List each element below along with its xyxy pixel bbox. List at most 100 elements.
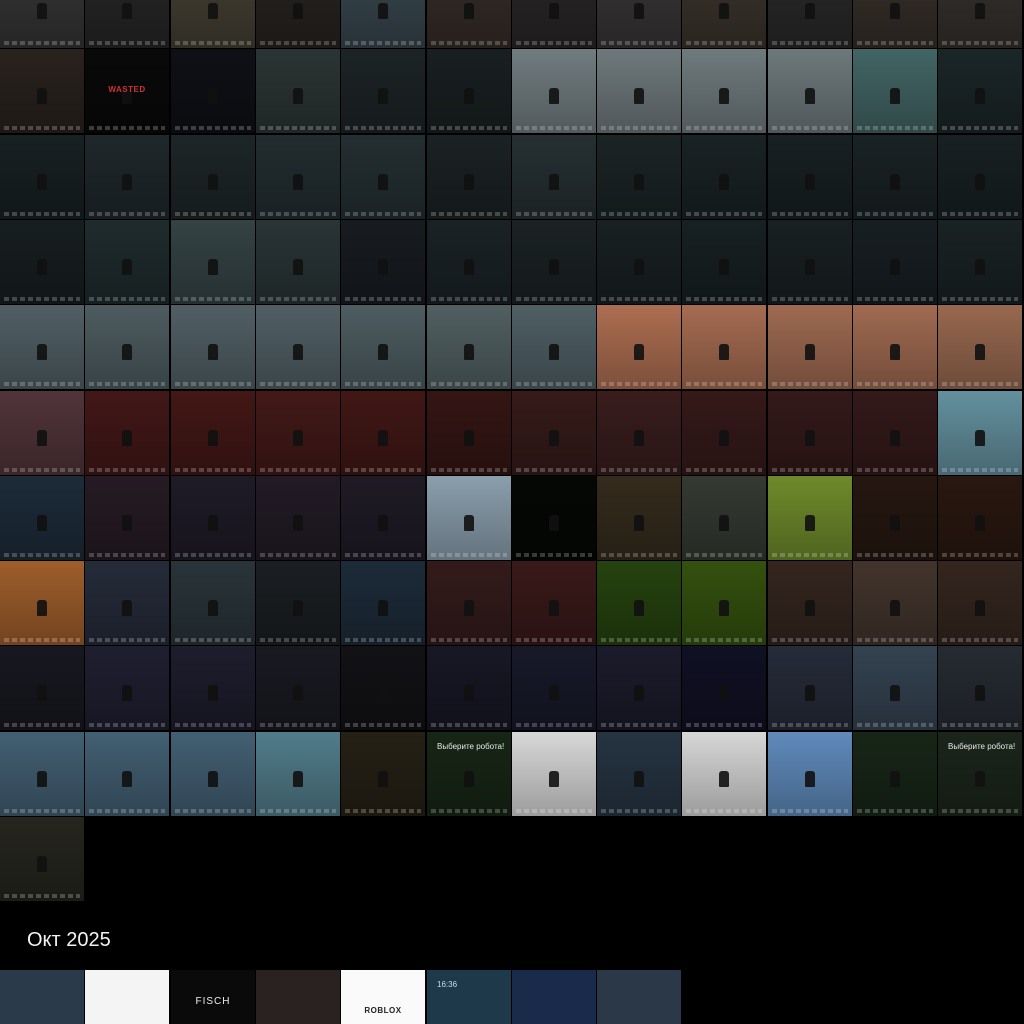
thumbnail[interactable]: [0, 391, 84, 475]
thumbnail[interactable]: [938, 476, 1022, 560]
thumbnail[interactable]: [171, 561, 255, 645]
thumbnail[interactable]: [938, 305, 1022, 389]
thumbnail[interactable]: [768, 391, 852, 475]
thumbnail[interactable]: Выберите робота!: [427, 732, 511, 816]
thumbnail[interactable]: [768, 732, 852, 816]
thumbnail[interactable]: [85, 732, 169, 816]
thumbnail[interactable]: [853, 0, 937, 48]
thumbnail[interactable]: [853, 391, 937, 475]
thumbnail[interactable]: [682, 732, 766, 816]
thumbnail[interactable]: [0, 220, 84, 304]
thumbnail[interactable]: [597, 561, 681, 645]
thumbnail[interactable]: [341, 220, 425, 304]
thumbnail[interactable]: [341, 732, 425, 816]
thumbnail[interactable]: [682, 220, 766, 304]
thumbnail[interactable]: [682, 0, 766, 48]
thumbnail[interactable]: [171, 732, 255, 816]
thumbnail[interactable]: [597, 970, 681, 1024]
thumbnail[interactable]: [256, 476, 340, 560]
thumbnail[interactable]: [256, 305, 340, 389]
thumbnail[interactable]: [938, 391, 1022, 475]
thumbnail[interactable]: [427, 135, 511, 219]
thumbnail[interactable]: [341, 561, 425, 645]
thumbnail[interactable]: [85, 646, 169, 730]
thumbnail[interactable]: [427, 391, 511, 475]
thumbnail[interactable]: [427, 220, 511, 304]
thumbnail[interactable]: [85, 305, 169, 389]
thumbnail[interactable]: [0, 732, 84, 816]
thumbnail[interactable]: [85, 0, 169, 48]
thumbnail[interactable]: [853, 646, 937, 730]
thumbnail[interactable]: [682, 49, 766, 133]
thumbnail[interactable]: [427, 49, 511, 133]
thumbnail[interactable]: [597, 476, 681, 560]
thumbnail[interactable]: [171, 476, 255, 560]
thumbnail[interactable]: [768, 646, 852, 730]
thumbnail[interactable]: [853, 49, 937, 133]
thumbnail[interactable]: [512, 391, 596, 475]
thumbnail[interactable]: [597, 135, 681, 219]
thumbnail[interactable]: [256, 646, 340, 730]
thumbnail[interactable]: [427, 305, 511, 389]
thumbnail[interactable]: [341, 476, 425, 560]
thumbnail[interactable]: [853, 305, 937, 389]
thumbnail[interactable]: [512, 646, 596, 730]
thumbnail[interactable]: [0, 476, 84, 560]
thumbnail[interactable]: [597, 0, 681, 48]
thumbnail[interactable]: [938, 49, 1022, 133]
thumbnail[interactable]: [256, 135, 340, 219]
thumbnail[interactable]: [171, 49, 255, 133]
thumbnail[interactable]: [597, 220, 681, 304]
thumbnail[interactable]: 16:36: [427, 970, 511, 1024]
thumbnail[interactable]: [512, 970, 596, 1024]
thumbnail[interactable]: [341, 391, 425, 475]
thumbnail[interactable]: [427, 0, 511, 48]
thumbnail[interactable]: [0, 305, 84, 389]
thumbnail[interactable]: [0, 135, 84, 219]
thumbnail[interactable]: [682, 646, 766, 730]
thumbnail[interactable]: [171, 220, 255, 304]
thumbnail[interactable]: [682, 476, 766, 560]
thumbnail[interactable]: [512, 135, 596, 219]
thumbnail[interactable]: FISCH: [171, 970, 255, 1024]
thumbnail[interactable]: [768, 135, 852, 219]
thumbnail[interactable]: [597, 391, 681, 475]
thumbnail[interactable]: [597, 49, 681, 133]
thumbnail[interactable]: [597, 646, 681, 730]
thumbnail[interactable]: [768, 49, 852, 133]
thumbnail[interactable]: [171, 391, 255, 475]
thumbnail[interactable]: [256, 49, 340, 133]
thumbnail[interactable]: Выберите робота!: [938, 732, 1022, 816]
thumbnail[interactable]: [171, 0, 255, 48]
thumbnail[interactable]: [682, 561, 766, 645]
thumbnail[interactable]: [171, 646, 255, 730]
thumbnail[interactable]: [512, 305, 596, 389]
thumbnail[interactable]: [85, 220, 169, 304]
thumbnail[interactable]: [85, 135, 169, 219]
thumbnail[interactable]: [341, 135, 425, 219]
thumbnail[interactable]: [512, 220, 596, 304]
thumbnail[interactable]: [682, 305, 766, 389]
thumbnail[interactable]: [0, 646, 84, 730]
thumbnail[interactable]: [938, 646, 1022, 730]
thumbnail[interactable]: [427, 561, 511, 645]
thumbnail[interactable]: [0, 0, 84, 48]
thumbnail[interactable]: [853, 476, 937, 560]
thumbnail[interactable]: [853, 732, 937, 816]
thumbnail[interactable]: [597, 305, 681, 389]
thumbnail[interactable]: [427, 646, 511, 730]
thumbnail[interactable]: [341, 305, 425, 389]
thumbnail[interactable]: [768, 305, 852, 389]
thumbnail[interactable]: [938, 135, 1022, 219]
thumbnail[interactable]: [341, 49, 425, 133]
thumbnail[interactable]: [512, 561, 596, 645]
thumbnail[interactable]: [853, 220, 937, 304]
thumbnail[interactable]: [341, 0, 425, 48]
thumbnail[interactable]: [853, 561, 937, 645]
thumbnail[interactable]: [938, 220, 1022, 304]
thumbnail[interactable]: [85, 970, 169, 1024]
thumbnail[interactable]: [938, 0, 1022, 48]
thumbnail[interactable]: [938, 561, 1022, 645]
thumbnail[interactable]: [256, 391, 340, 475]
thumbnail[interactable]: [171, 135, 255, 219]
